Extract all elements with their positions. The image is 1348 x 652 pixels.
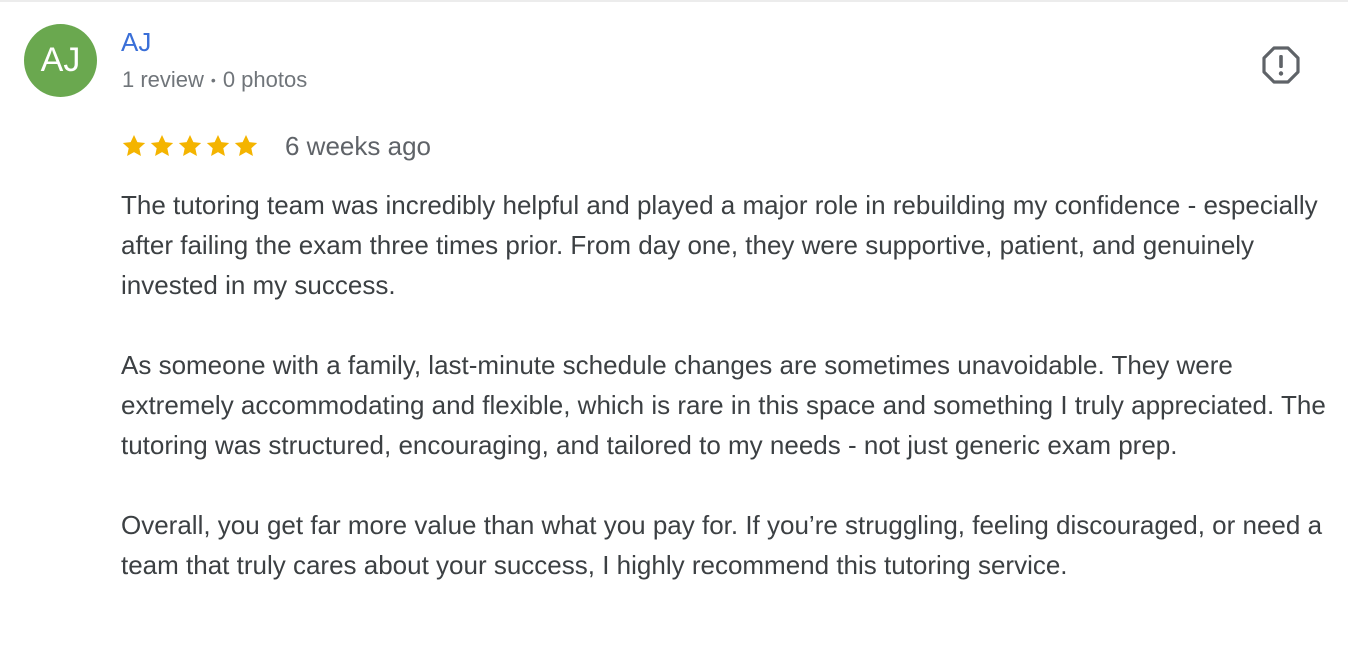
author-name-link[interactable]: AJ <box>121 27 151 57</box>
meta-separator: • <box>210 72 216 88</box>
review-paragraph: Overall, you get far more value than wha… <box>121 510 1323 580</box>
review-date: 6 weeks ago <box>285 130 431 161</box>
star-icon <box>178 134 202 156</box>
star-icon <box>150 134 174 156</box>
review-paragraph: As someone with a family, last-minute sc… <box>121 350 1326 460</box>
top-divider <box>0 0 1348 2</box>
review-count: 1 review <box>122 67 204 92</box>
avatar-initials: AJ <box>40 41 81 79</box>
rating-row: 6 weeks ago <box>121 130 431 162</box>
star-icon <box>206 134 230 156</box>
avatar[interactable]: AJ <box>24 24 97 97</box>
report-review-button[interactable] <box>1260 44 1302 86</box>
star-icon <box>122 134 146 156</box>
author-meta: 1 review • 0 photos <box>122 66 307 94</box>
star-icon <box>234 134 258 156</box>
review-text: The tutoring team was incredibly helpful… <box>121 185 1331 625</box>
report-flag-icon <box>1262 46 1300 84</box>
star-rating <box>121 133 261 159</box>
photo-count: 0 photos <box>222 67 308 92</box>
review-paragraph: The tutoring team was incredibly helpful… <box>121 190 1318 300</box>
